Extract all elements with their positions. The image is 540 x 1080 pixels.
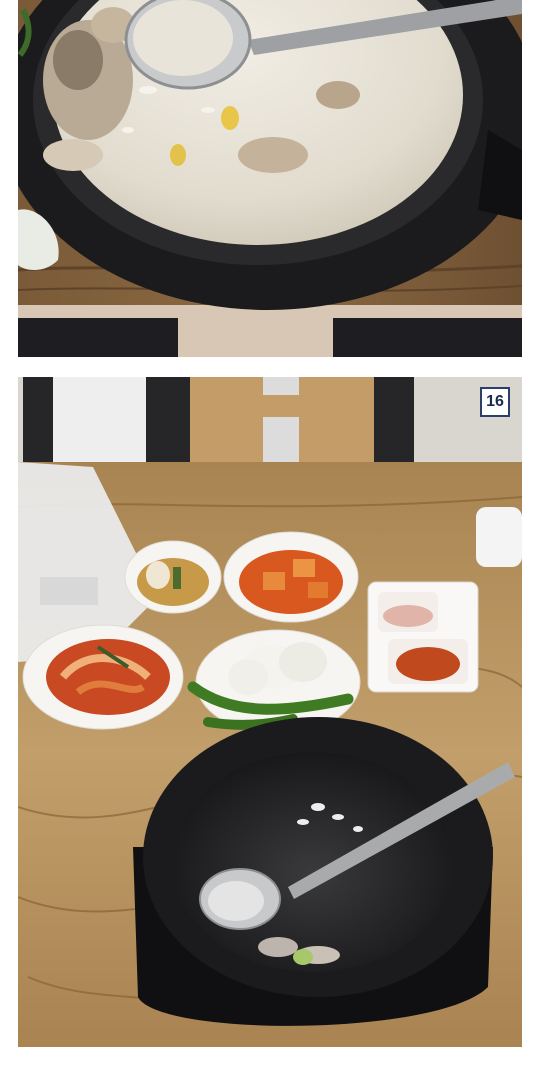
chair-frame (23, 377, 53, 472)
side-dish-bowl-pickles (124, 540, 222, 614)
side-dish-bowl-kimchi (22, 624, 184, 730)
sauce-dish (367, 581, 479, 693)
corn-kernel (170, 144, 186, 166)
shrimp-salt (383, 605, 433, 627)
side-dishes-photo (18, 377, 522, 1047)
page-number-badge: 16 (480, 387, 510, 417)
receipt-label (40, 577, 98, 605)
napkin (476, 507, 522, 567)
side-dish-bowl-kkakdugi (223, 531, 359, 623)
ssamjang (396, 647, 460, 681)
side-dishes-image (18, 377, 522, 1047)
soup-closeup-image (18, 0, 522, 357)
corn-kernel (221, 106, 239, 130)
green-onion-slice (293, 949, 313, 965)
soup-closeup-photo (18, 0, 522, 357)
